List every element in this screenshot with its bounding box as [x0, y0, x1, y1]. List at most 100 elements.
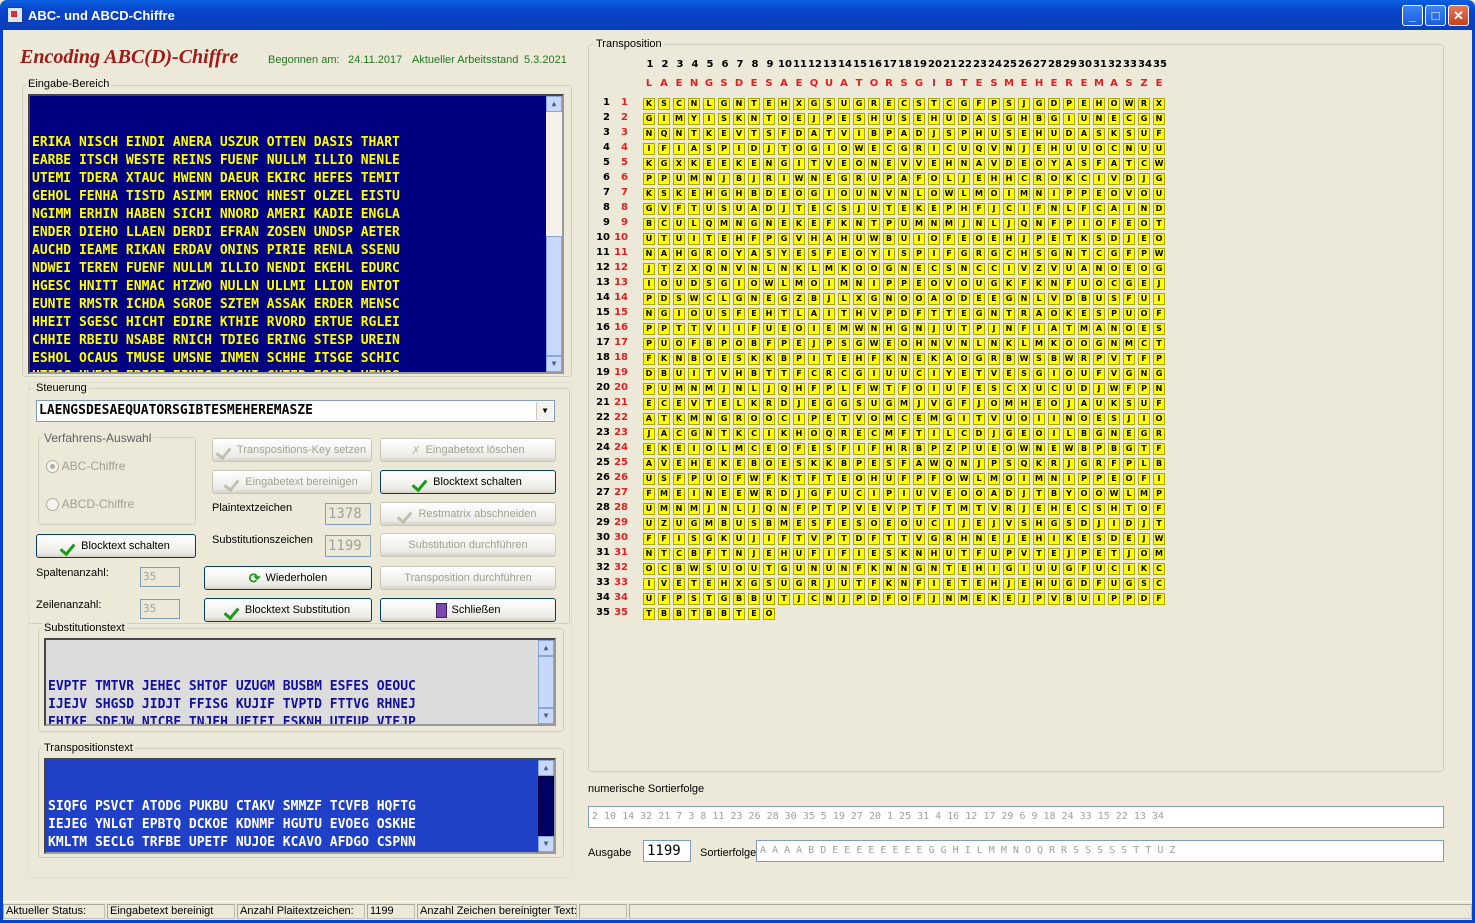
grid-cell: J: [1138, 173, 1150, 185]
grid-cell: O: [1138, 308, 1150, 320]
grid-cell: F: [1018, 323, 1030, 335]
grid-cell: Z: [793, 293, 805, 305]
grid-cell: E: [988, 233, 1000, 245]
grid-cell: P: [718, 338, 730, 350]
grid-cell: P: [658, 173, 670, 185]
grid-cell: C: [898, 413, 910, 425]
grid-cell: R: [898, 443, 910, 455]
grid-cell: O: [988, 188, 1000, 200]
grid-cell: B: [1033, 113, 1045, 125]
grid-cell: O: [898, 518, 910, 530]
grid-cell: Y: [943, 368, 955, 380]
grid-cell: N: [778, 263, 790, 275]
close-window-button[interactable]: ✕: [1448, 5, 1469, 26]
grid-cell: P: [883, 488, 895, 500]
grid-cell: O: [808, 278, 820, 290]
grid-cell: K: [673, 188, 685, 200]
row-number-red: 33: [614, 577, 628, 588]
grid-cell: N: [1153, 113, 1165, 125]
grid-cell: F: [973, 203, 985, 215]
row-number-red: 17: [614, 337, 628, 348]
grid-cell: M: [958, 503, 970, 515]
grid-cell: E: [958, 233, 970, 245]
grid-cell: T: [778, 143, 790, 155]
grid-cell: D: [1078, 518, 1090, 530]
grid-cell: E: [643, 443, 655, 455]
grid-cell: S: [718, 113, 730, 125]
grid-cell: J: [823, 578, 835, 590]
grid-cell: M: [1153, 548, 1165, 560]
grid-cell: G: [1048, 518, 1060, 530]
grid-cell: E: [1078, 533, 1090, 545]
grid-cell: E: [1123, 533, 1135, 545]
grid-cell: A: [1108, 158, 1120, 170]
maximize-button[interactable]: □: [1425, 5, 1446, 26]
grid-cell: E: [673, 488, 685, 500]
grid-cell: I: [823, 278, 835, 290]
output-label: Ausgabe: [588, 847, 632, 859]
grid-cell: T: [688, 578, 700, 590]
grid-cell: E: [1138, 233, 1150, 245]
grid-cell: O: [793, 323, 805, 335]
grid-cell: O: [1138, 218, 1150, 230]
grid-cell: O: [928, 278, 940, 290]
scroll-thumb[interactable]: [546, 236, 562, 356]
grid-cell: C: [1093, 203, 1105, 215]
grid-cell: T: [838, 533, 850, 545]
grid-cell: E: [1033, 503, 1045, 515]
grid-cell: U: [703, 203, 715, 215]
grid-cell: H: [988, 578, 1000, 590]
grid-cell: H: [763, 308, 775, 320]
grid-cell: E: [808, 218, 820, 230]
grid-cell: T: [823, 473, 835, 485]
output-field: 1199: [643, 840, 691, 862]
row-number-red: 2: [621, 112, 628, 123]
grid-cell: M: [673, 383, 685, 395]
row-number-red: 6: [621, 172, 628, 183]
grid-cell: P: [1093, 473, 1105, 485]
grid-cell: I: [1048, 533, 1060, 545]
grid-cell: I: [1153, 473, 1165, 485]
grid-cell: T: [733, 608, 745, 620]
grid-cell: U: [1078, 278, 1090, 290]
grid-cell: M: [838, 278, 850, 290]
grid-cell: Y: [1048, 158, 1060, 170]
grid-cell: I: [958, 413, 970, 425]
column-number: 34: [1138, 59, 1152, 70]
grid-cell: C: [883, 143, 895, 155]
grid-cell: I: [1018, 563, 1030, 575]
row-number-red: 8: [621, 202, 628, 213]
grid-cell: L: [838, 383, 850, 395]
scroll-down-icon[interactable]: ▼: [546, 356, 562, 372]
grid-cell: E: [748, 308, 760, 320]
grid-cell: L: [1123, 488, 1135, 500]
grid-cell: V: [658, 458, 670, 470]
grid-cell: K: [733, 113, 745, 125]
input-textarea[interactable]: ERIKA NISCH EINDI ANERA USZUR OTTEN DASI…: [28, 94, 564, 374]
grid-cell: E: [823, 173, 835, 185]
column-number: 12: [808, 59, 822, 70]
grid-cell: I: [658, 113, 670, 125]
grid-cell: N: [703, 428, 715, 440]
grid-cell: A: [748, 248, 760, 260]
grid-cell: G: [1123, 578, 1135, 590]
grid-cell: G: [943, 398, 955, 410]
grid-cell: E: [943, 488, 955, 500]
grid-cell: W: [688, 293, 700, 305]
grid-cell: X: [1018, 383, 1030, 395]
left-panel-frame: [28, 382, 572, 878]
minimize-button[interactable]: _: [1402, 5, 1423, 26]
grid-cell: E: [958, 368, 970, 380]
grid-cell: F: [1153, 308, 1165, 320]
grid-cell: I: [868, 488, 880, 500]
grid-cell: Q: [763, 503, 775, 515]
input-scrollbar[interactable]: ▲ ▼: [546, 96, 562, 372]
grid-cell: R: [763, 173, 775, 185]
grid-cell: C: [748, 443, 760, 455]
grid-cell: C: [853, 488, 865, 500]
grid-cell: P: [778, 338, 790, 350]
grid-cell: C: [1138, 338, 1150, 350]
grid-cell: T: [763, 113, 775, 125]
scroll-up-icon[interactable]: ▲: [546, 96, 562, 112]
grid-cell: L: [793, 308, 805, 320]
